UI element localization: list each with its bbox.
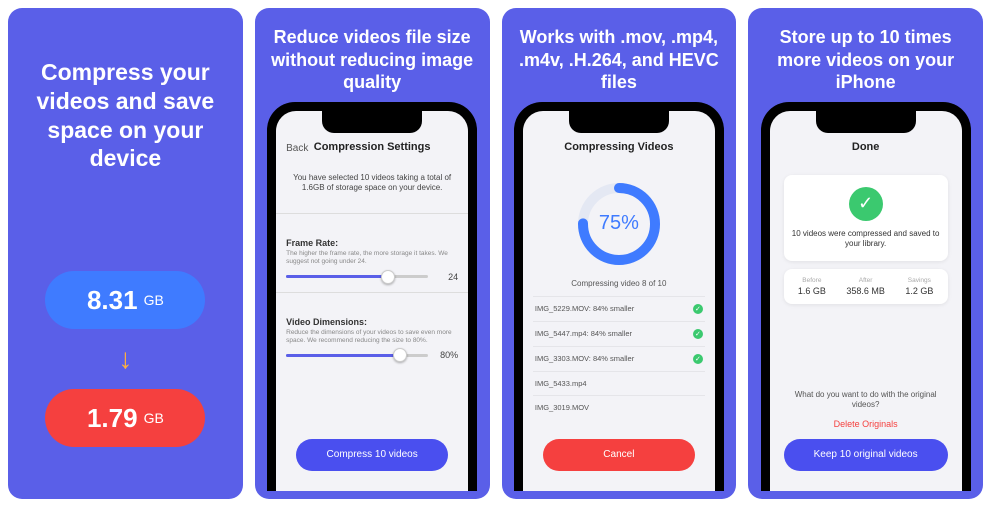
- back-button[interactable]: Back: [286, 143, 308, 154]
- file-name: IMG_5433.mp4: [535, 379, 587, 388]
- stat-label: Savings: [905, 277, 933, 284]
- slider-track: [286, 354, 428, 357]
- size-before-value: 8.31: [87, 285, 138, 316]
- stat-before: Before 1.6 GB: [798, 277, 826, 296]
- size-before-unit: GB: [144, 292, 164, 308]
- dimensions-value: 80%: [434, 350, 458, 360]
- file-row: IMG_5433.mp4: [533, 371, 705, 395]
- compress-button[interactable]: Compress 10 videos: [296, 439, 448, 471]
- file-row: IMG_3019.MOV: [533, 395, 705, 419]
- nav-title: Done: [852, 141, 880, 153]
- panel1-body: 8.31 GB ↓ 1.79 GB: [45, 271, 205, 447]
- file-row: IMG_3303.MOV: 84% smaller ✓: [533, 346, 705, 371]
- screen-body: 75% Compressing video 8 of 10 IMG_5229.M…: [523, 161, 715, 491]
- stat-savings: Savings 1.2 GB: [905, 277, 933, 296]
- panel-settings: Reduce videos file size without reducing…: [255, 8, 490, 499]
- dimensions-hint: Reduce the dimensions of your videos to …: [286, 329, 458, 345]
- nav-title: Compressing Videos: [564, 141, 673, 153]
- phone-frame: Compressing Videos 75% Compressing video…: [514, 102, 724, 491]
- phone-notch: [569, 111, 669, 133]
- stat-value: 358.6 MB: [846, 286, 885, 296]
- size-after-pill: 1.79 GB: [45, 389, 205, 447]
- done-message: 10 videos were compressed and saved to y…: [792, 229, 940, 250]
- file-name: IMG_5447.mp4: 84% smaller: [535, 329, 632, 338]
- divider: [276, 292, 468, 293]
- check-icon: ✓: [693, 304, 703, 314]
- screen-body: You have selected 10 videos taking a tot…: [276, 161, 468, 491]
- success-check-icon: ✓: [849, 187, 883, 221]
- check-icon: ✓: [693, 329, 703, 339]
- file-list: IMG_5229.MOV: 84% smaller ✓ IMG_5447.mp4:…: [533, 296, 705, 419]
- screen-done: Done ✓ 10 videos were compressed and sav…: [770, 111, 962, 491]
- keep-originals-button[interactable]: Keep 10 original videos: [784, 439, 948, 471]
- stats-card: Before 1.6 GB After 358.6 MB Savings 1.2…: [784, 269, 948, 304]
- check-icon: ✓: [693, 354, 703, 364]
- panel2-title: Reduce videos file size without reducing…: [255, 8, 490, 100]
- stat-label: After: [846, 277, 885, 284]
- file-row: IMG_5229.MOV: 84% smaller ✓: [533, 296, 705, 321]
- screen-body: ✓ 10 videos were compressed and saved to…: [770, 161, 962, 491]
- dimensions-label: Video Dimensions:: [286, 317, 458, 327]
- dimensions-slider[interactable]: 80%: [286, 350, 458, 360]
- cancel-button[interactable]: Cancel: [543, 439, 695, 471]
- size-after-unit: GB: [144, 410, 164, 426]
- progress-label: Compressing video 8 of 10: [533, 279, 705, 288]
- panel-done: Store up to 10 times more videos on your…: [748, 8, 983, 499]
- file-name: IMG_5229.MOV: 84% smaller: [535, 304, 634, 313]
- originals-question: What do you want to do with the original…: [780, 390, 952, 411]
- file-name: IMG_3019.MOV: [535, 403, 589, 412]
- phone-frame: Done ✓ 10 videos were compressed and sav…: [761, 102, 971, 491]
- panel3-title: Works with .mov, .mp4, .m4v, .H.264, and…: [502, 8, 737, 100]
- stat-value: 1.2 GB: [905, 286, 933, 296]
- done-card: ✓ 10 videos were compressed and saved to…: [784, 175, 948, 262]
- stat-label: Before: [798, 277, 826, 284]
- nav-title: Compression Settings: [314, 141, 431, 153]
- selection-summary: You have selected 10 videos taking a tot…: [286, 169, 458, 204]
- slider-track: [286, 275, 428, 278]
- frame-rate-hint: The higher the frame rate, the more stor…: [286, 250, 458, 266]
- arrow-down-icon: ↓: [118, 345, 132, 373]
- frame-rate-slider[interactable]: 24: [286, 272, 458, 282]
- screen-progress: Compressing Videos 75% Compressing video…: [523, 111, 715, 491]
- frame-rate-label: Frame Rate:: [286, 238, 458, 248]
- phone-frame: Back Compression Settings You have selec…: [267, 102, 477, 491]
- delete-originals-button[interactable]: Delete Originals: [780, 419, 952, 429]
- progress-ring: 75%: [574, 179, 664, 269]
- phone-notch: [322, 111, 422, 133]
- panel4-title: Store up to 10 times more videos on your…: [748, 8, 983, 100]
- screen-settings: Back Compression Settings You have selec…: [276, 111, 468, 491]
- size-after-value: 1.79: [87, 403, 138, 434]
- file-name: IMG_3303.MOV: 84% smaller: [535, 354, 634, 363]
- size-before-pill: 8.31 GB: [45, 271, 205, 329]
- panel-progress: Works with .mov, .mp4, .m4v, .H.264, and…: [502, 8, 737, 499]
- file-row: IMG_5447.mp4: 84% smaller ✓: [533, 321, 705, 346]
- stat-after: After 358.6 MB: [846, 277, 885, 296]
- panel1-title: Compress your videos and save space on y…: [8, 8, 243, 181]
- phone-notch: [816, 111, 916, 133]
- stat-value: 1.6 GB: [798, 286, 826, 296]
- frame-rate-value: 24: [434, 272, 458, 282]
- progress-percent: 75%: [574, 179, 664, 269]
- progress-ring-wrap: 75%: [533, 169, 705, 275]
- panel-compress-save: Compress your videos and save space on y…: [8, 8, 243, 499]
- divider: [276, 213, 468, 214]
